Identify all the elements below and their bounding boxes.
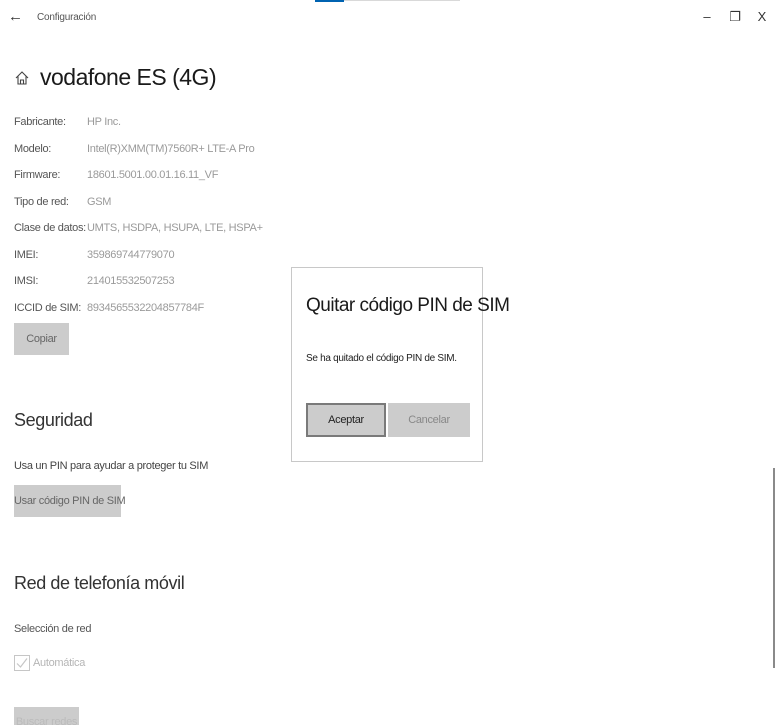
search-networks-button[interactable]: Buscar redes [14,707,79,725]
network-title: vodafone ES (4G) [40,64,217,90]
automatic-label: Automática [33,657,86,669]
dialog-message: Se ha quitado el código PIN de SIM. [306,353,457,364]
app-title: Configuración [37,12,97,23]
close-button[interactable]: X [754,9,770,25]
property-label: Tipo de red: [14,196,69,208]
property-value: 359869744779070 [87,249,175,261]
property-value: Intel(R)XMM(TM)7560R+ LTE-A Pro [87,143,255,155]
property-value: GSM [87,196,112,208]
scrollbar-thumb[interactable] [773,468,775,668]
property-label: ICCID de SIM: [14,302,82,314]
restore-button[interactable]: ❐ [727,9,743,25]
property-label: Modelo: [14,143,52,155]
remove-pin-dialog: Quitar código PIN de SIM Se ha quitado e… [291,267,510,462]
property-label: Clase de datos: [14,222,86,234]
automatic-checkbox[interactable] [14,655,30,671]
title-divider [344,0,460,1]
title-accent-bar [315,0,344,2]
property-value: HP Inc. [87,116,121,128]
property-label: Fabricante: [14,116,66,128]
security-heading: Seguridad [14,410,93,430]
minimize-button[interactable]: – [699,9,715,25]
back-button[interactable]: ← [8,8,24,26]
property-value: UMTS, HSDPA, HSUPA, LTE, HSPA+ [87,222,263,234]
cancel-button[interactable]: Cancelar [388,403,470,437]
property-label: Firmware: [14,169,61,181]
property-label: IMSI: [14,275,39,287]
copy-button[interactable]: Copiar [14,323,69,355]
mobile-network-heading: Red de telefonía móvil [14,573,185,593]
property-value: 18601.5001.00.01.16.11_VF [87,169,219,181]
use-sim-pin-button[interactable]: Usar código PIN de SIM [14,485,126,517]
property-value: 214015532507253 [87,275,175,287]
property-value: 8934565532204857784F [87,302,204,314]
property-label: IMEI: [14,249,39,261]
check-icon [16,658,28,668]
home-icon [15,71,29,85]
accept-button[interactable]: Aceptar [306,403,386,437]
network-selection-label: Selección de red [14,623,92,635]
pin-description: Usa un PIN para ayudar a proteger tu SIM [14,460,209,472]
dialog-title: Quitar código PIN de SIM [306,295,510,316]
